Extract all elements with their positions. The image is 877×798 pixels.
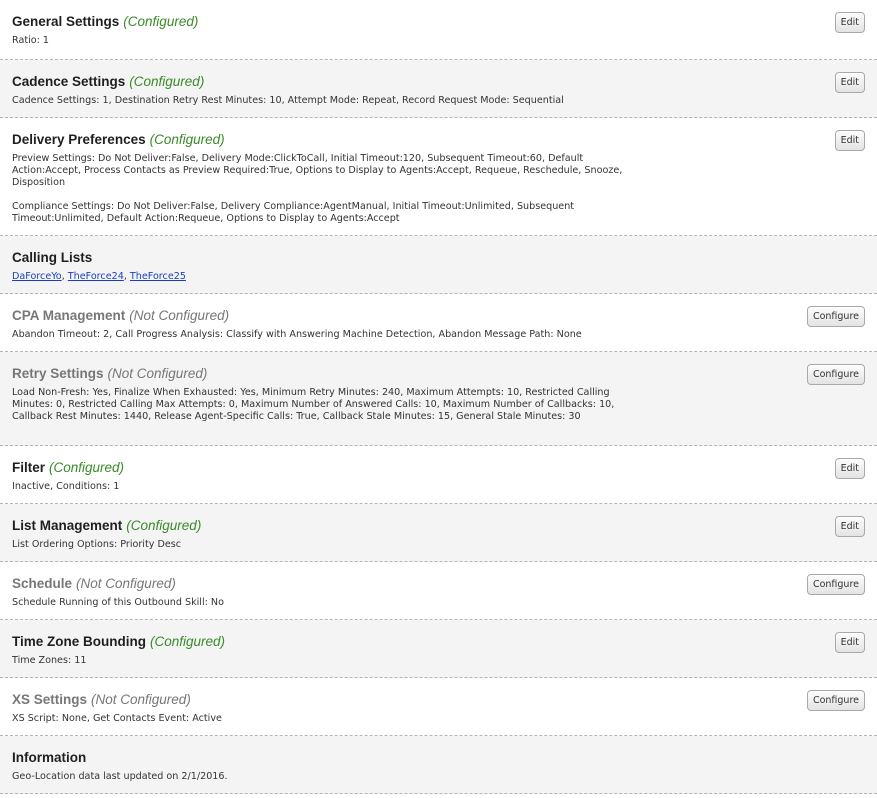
section-title: Schedule xyxy=(12,576,73,591)
section-details: XS Script: None, Get Contacts Event: Act… xyxy=(12,713,637,725)
section-title: Filter xyxy=(12,460,46,475)
section-header: Schedule (Not Configured) xyxy=(12,574,865,593)
configure-cpa-management-button[interactable]: Configure xyxy=(806,306,865,327)
status-label: (Configured) xyxy=(123,14,199,29)
section-title: General Settings xyxy=(12,14,120,29)
edit-delivery-preferences-button[interactable]: Edit xyxy=(834,130,865,151)
section-details: Time Zones: 11 xyxy=(12,655,637,667)
section-title: List Management xyxy=(12,518,123,533)
section-title: Time Zone Bounding xyxy=(12,634,146,649)
section-retry-settings: Retry Settings (Not Configured) Load Non-… xyxy=(0,352,877,446)
section-details: Ratio: 1 xyxy=(12,35,637,47)
edit-filter-button[interactable]: Edit xyxy=(834,458,865,479)
detail-text: Abandon Timeout: 2, Call Progress Analys… xyxy=(12,329,582,340)
section-header: Information xyxy=(12,748,865,767)
calling-lists-links: DaForceYo, TheForce24, TheForce25 xyxy=(12,271,637,283)
section-details: Load Non-Fresh: Yes, Finalize When Exhau… xyxy=(12,387,637,423)
section-header: Calling Lists xyxy=(12,248,865,267)
compliance-settings-text: Compliance Settings: Do Not Deliver:Fals… xyxy=(12,201,575,224)
section-cadence-settings: Cadence Settings (Configured) Cadence Set… xyxy=(0,60,877,118)
detail-text: Time Zones: 11 xyxy=(12,655,87,666)
detail-text: Load Non-Fresh: Yes, Finalize When Exhau… xyxy=(12,387,615,422)
section-general-settings: General Settings (Configured) Ratio: 1 Ed… xyxy=(0,0,877,60)
section-title: XS Settings xyxy=(12,692,88,707)
detail-text: List Ordering Options: Priority Desc xyxy=(12,539,182,550)
section-header: Time Zone Bounding (Configured) xyxy=(12,632,865,651)
section-information: Information Geo-Location data last updat… xyxy=(0,736,877,794)
edit-list-management-button[interactable]: Edit xyxy=(834,516,865,537)
section-xs-settings: XS Settings (Not Configured) XS Script: N… xyxy=(0,678,877,736)
status-label: (Configured) xyxy=(129,74,205,89)
section-time-zone-bounding: Time Zone Bounding (Configured) Time Zone… xyxy=(0,620,877,678)
edit-time-zone-bounding-button[interactable]: Edit xyxy=(834,632,865,653)
status-label: (Not Configured) xyxy=(129,308,230,323)
section-title: Calling Lists xyxy=(12,250,93,265)
section-details: Schedule Running of this Outbound Skill:… xyxy=(12,597,637,609)
configure-retry-settings-button[interactable]: Configure xyxy=(806,364,865,385)
configure-schedule-button[interactable]: Configure xyxy=(806,574,865,595)
section-delivery-preferences: Delivery Preferences (Configured) Preview… xyxy=(0,118,877,236)
status-label: (Configured) xyxy=(49,460,125,475)
status-label: (Configured) xyxy=(149,132,225,147)
calling-list-link[interactable]: DaForceYo xyxy=(12,271,62,282)
section-details: Geo-Location data last updated on 2/1/20… xyxy=(12,771,637,783)
section-header: Retry Settings (Not Configured) xyxy=(12,364,865,383)
section-details: Abandon Timeout: 2, Call Progress Analys… xyxy=(12,329,637,341)
section-schedule: Schedule (Not Configured) Schedule Runnin… xyxy=(0,562,877,620)
detail-text: Schedule Running of this Outbound Skill:… xyxy=(12,597,224,608)
detail-text: Inactive, Conditions: 1 xyxy=(12,481,120,492)
edit-cadence-settings-button[interactable]: Edit xyxy=(834,72,865,93)
section-details: Inactive, Conditions: 1 xyxy=(12,481,637,493)
section-title: Cadence Settings xyxy=(12,74,126,89)
section-header: Cadence Settings (Configured) xyxy=(12,72,865,91)
outbound-skill-settings: General Settings (Configured) Ratio: 1 Ed… xyxy=(0,0,877,794)
section-title: Information xyxy=(12,750,87,765)
section-title: Delivery Preferences xyxy=(12,132,146,147)
section-header: CPA Management (Not Configured) xyxy=(12,306,865,325)
status-label: (Not Configured) xyxy=(76,576,176,591)
detail-text: Geo-Location data last updated on 2/1/20… xyxy=(12,771,228,782)
section-details: Preview Settings: Do Not Deliver:False, … xyxy=(12,153,637,225)
configure-xs-settings-button[interactable]: Configure xyxy=(806,690,865,711)
section-cpa-management: CPA Management (Not Configured) Abandon T… xyxy=(0,294,877,352)
status-label: (Not Configured) xyxy=(107,366,208,381)
section-title: CPA Management xyxy=(12,308,126,323)
status-label: (Configured) xyxy=(126,518,202,533)
section-details: List Ordering Options: Priority Desc xyxy=(12,539,637,551)
section-header: General Settings (Configured) xyxy=(12,12,865,31)
section-header: List Management (Configured) xyxy=(12,516,865,535)
section-calling-lists: Calling Lists DaForceYo, TheForce24, The… xyxy=(0,236,877,294)
section-filter: Filter (Configured) Inactive, Conditions:… xyxy=(0,446,877,504)
detail-text: Cadence Settings: 1, Destination Retry R… xyxy=(12,95,564,106)
detail-text: Ratio: 1 xyxy=(12,35,50,46)
section-title: Retry Settings xyxy=(12,366,104,381)
section-header: XS Settings (Not Configured) xyxy=(12,690,865,709)
status-label: (Configured) xyxy=(150,634,226,649)
section-header: Delivery Preferences (Configured) xyxy=(12,130,865,149)
section-list-management: List Management (Configured) List Orderin… xyxy=(0,504,877,562)
section-details: Cadence Settings: 1, Destination Retry R… xyxy=(12,95,637,107)
detail-text: XS Script: None, Get Contacts Event: Act… xyxy=(12,713,222,724)
section-header: Filter (Configured) xyxy=(12,458,865,477)
edit-general-settings-button[interactable]: Edit xyxy=(834,12,865,33)
status-label: (Not Configured) xyxy=(91,692,191,707)
calling-list-link[interactable]: TheForce24 xyxy=(68,271,124,282)
preview-settings-text: Preview Settings: Do Not Deliver:False, … xyxy=(12,153,623,188)
calling-list-link[interactable]: TheForce25 xyxy=(130,271,186,282)
